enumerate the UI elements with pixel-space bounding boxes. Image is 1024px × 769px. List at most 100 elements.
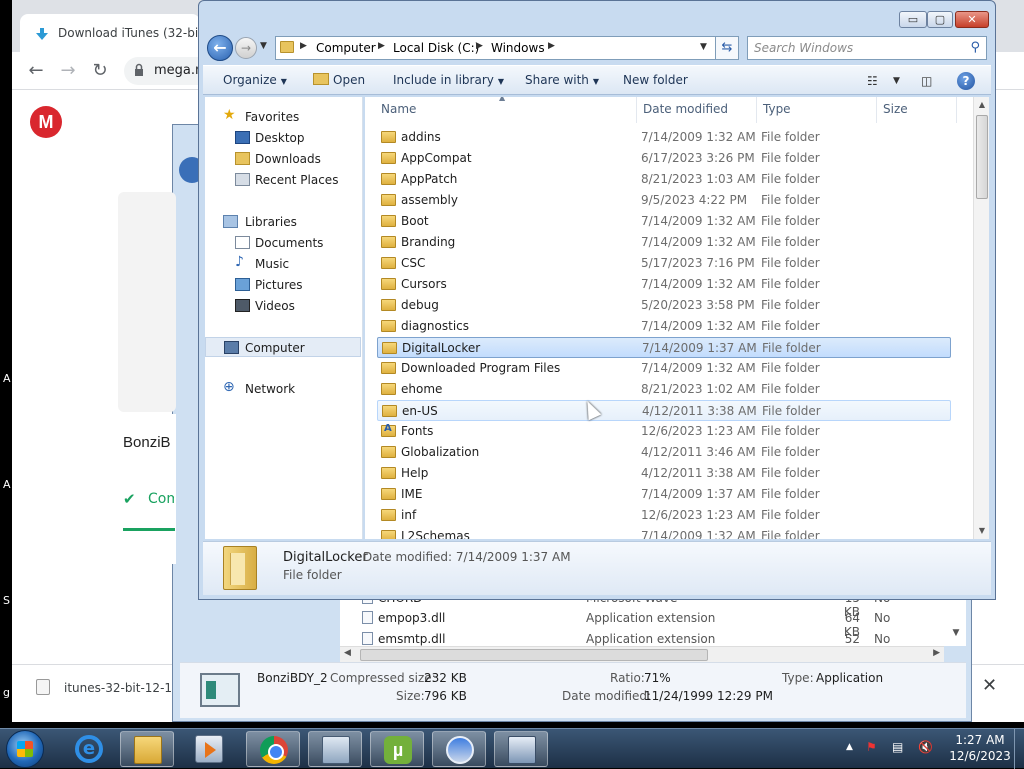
action-center-flag-icon[interactable]: ⚑: [866, 740, 877, 754]
close-button[interactable]: ✕: [955, 11, 989, 28]
taskbar-utorrent[interactable]: µ: [370, 731, 424, 767]
search-icon[interactable]: ⚲: [970, 40, 980, 55]
chevron-down-icon[interactable]: ▼: [700, 42, 707, 52]
taskbar-installer[interactable]: [494, 731, 548, 767]
refresh-button[interactable]: ⇆: [715, 36, 739, 60]
volume-muted-icon[interactable]: 🔇: [918, 740, 933, 754]
column-header-type[interactable]: Type: [757, 97, 877, 123]
forward-arrow-icon[interactable]: →: [56, 60, 80, 82]
preview-pane-icon[interactable]: ◫: [921, 74, 932, 88]
taskbar-security[interactable]: [432, 731, 486, 767]
sidebar-item-network[interactable]: ⊕ Network: [205, 379, 361, 399]
forward-arrow-icon[interactable]: →: [235, 37, 257, 59]
column-header-size[interactable]: Size: [877, 97, 957, 123]
sidebar-item-computer[interactable]: Computer: [205, 337, 361, 357]
table-row[interactable]: debug 5/20/2023 3:58 PM File folder: [377, 295, 951, 316]
taskbar-media-player[interactable]: [182, 731, 236, 767]
row-name: addins: [401, 130, 441, 144]
open-button[interactable]: Open: [313, 73, 365, 87]
share-with-button[interactable]: Share with ▼: [525, 73, 599, 87]
table-row[interactable]: AppCompat 6/17/2023 3:26 PM File folder: [377, 148, 951, 169]
table-row[interactable]: Globalization 4/12/2011 3:46 AM File folde…: [377, 442, 951, 463]
chevron-right-icon[interactable]: ▶: [548, 41, 555, 51]
table-row[interactable]: Boot 7/14/2009 1:32 AM File folder: [377, 211, 951, 232]
table-row[interactable]: en-US 4/12/2011 3:38 AM File folder: [377, 400, 951, 421]
taskbar-windows-explorer[interactable]: [120, 731, 174, 767]
table-row[interactable]: ehome 8/21/2023 1:02 AM File folder: [377, 379, 951, 400]
taskbar-internet-explorer[interactable]: e: [62, 731, 116, 767]
breadcrumb-local-disk[interactable]: Local Disk (C:): [393, 41, 479, 55]
column-header-date[interactable]: Date modified: [637, 97, 757, 123]
table-row[interactable]: addins 7/14/2009 1:32 AM File folder: [377, 127, 951, 148]
network-status-icon[interactable]: ▤: [892, 740, 903, 754]
scroll-right-arrow-icon[interactable]: ▶: [933, 648, 940, 658]
chevron-right-icon[interactable]: ▶: [378, 41, 385, 51]
sidebar-item-documents[interactable]: Documents: [205, 233, 361, 253]
row-type: File folder: [761, 466, 820, 480]
table-row[interactable]: empop3.dll Application extension 64 KB N…: [340, 608, 966, 639]
download-item-name[interactable]: itunes-32-bit-12-1.: [64, 681, 174, 695]
address-bar[interactable]: ▶ Computer ▶ Local Disk (C:) ▶ Windows ▶…: [275, 36, 721, 60]
table-row[interactable]: CSC 5/17/2023 7:16 PM File folder: [377, 253, 951, 274]
breadcrumb-windows[interactable]: Windows: [491, 41, 545, 55]
help-icon[interactable]: ?: [957, 72, 975, 90]
scroll-left-arrow-icon[interactable]: ◀: [344, 648, 351, 658]
table-row[interactable]: DigitalLocker 7/14/2009 1:37 AM File folde…: [377, 337, 951, 358]
back-arrow-icon[interactable]: ←: [24, 60, 48, 82]
sidebar-item-favorites[interactable]: ★ Favorites: [205, 107, 361, 127]
table-row[interactable]: L2Schemas 7/14/2009 1:32 AM File folder: [377, 526, 951, 539]
table-row[interactable]: IME 7/14/2009 1:37 AM File folder: [377, 484, 951, 505]
organize-button[interactable]: Organize ▼: [223, 73, 287, 87]
sidebar-item-videos[interactable]: Videos: [205, 296, 361, 316]
breadcrumb-computer[interactable]: Computer: [316, 41, 376, 55]
folder-icon: [381, 423, 396, 437]
sidebar-item-downloads[interactable]: Downloads: [205, 149, 361, 169]
recent-locations-dropdown-icon[interactable]: ▼: [260, 41, 267, 51]
table-row[interactable]: diagnostics 7/14/2009 1:32 AM File folder: [377, 316, 951, 337]
chevron-right-icon[interactable]: ▶: [476, 41, 483, 51]
maximize-button[interactable]: ▢: [927, 11, 953, 28]
sidebar-item-music[interactable]: ♪ Music: [205, 254, 361, 274]
include-in-library-button[interactable]: Include in library ▼: [393, 73, 504, 87]
mega-logo[interactable]: M: [30, 106, 62, 138]
folder-icon: [381, 215, 396, 227]
minimize-button[interactable]: ▭: [899, 11, 927, 28]
taskbar-chrome[interactable]: [246, 731, 300, 767]
table-row[interactable]: inf 12/6/2023 1:23 AM File folder: [377, 505, 951, 526]
table-row[interactable]: Downloaded Program Files 7/14/2009 1:32 A…: [377, 358, 951, 379]
row-name: L2Schemas: [401, 529, 470, 539]
horizontal-scrollbar[interactable]: ◀ ▶: [340, 646, 944, 662]
show-hidden-icons-icon[interactable]: ▲: [846, 742, 853, 752]
close-icon[interactable]: ✕: [982, 675, 997, 696]
table-row[interactable]: Help 4/12/2011 3:38 AM File folder: [377, 463, 951, 484]
clock[interactable]: 1:27 AM 12/6/2023: [948, 732, 1012, 764]
sidebar-item-pictures[interactable]: Pictures: [205, 275, 361, 295]
table-row[interactable]: assembly 9/5/2023 4:22 PM File folder: [377, 190, 951, 211]
view-options-icon[interactable]: ☷: [867, 74, 878, 88]
reload-icon[interactable]: ↻: [88, 60, 112, 82]
chevron-down-icon[interactable]: ▼: [893, 76, 900, 86]
table-row[interactable]: Fonts 12/6/2023 1:23 AM File folder: [377, 421, 951, 442]
vertical-scrollbar[interactable]: ▲ ▼: [973, 97, 989, 539]
table-row[interactable]: Branding 7/14/2009 1:32 AM File folder: [377, 232, 951, 253]
scrollbar-thumb[interactable]: [360, 649, 708, 661]
back-arrow-icon[interactable]: ←: [207, 35, 233, 61]
search-input[interactable]: Search Windows ⚲: [747, 36, 987, 60]
scroll-up-arrow-icon[interactable]: ▲: [974, 97, 990, 113]
column-header-name[interactable]: Name: [375, 97, 637, 123]
browser-tab[interactable]: Download iTunes (32-bit: [20, 14, 200, 52]
table-row[interactable]: AppPatch 8/21/2023 1:03 AM File folder: [377, 169, 951, 190]
sidebar-item-libraries[interactable]: Libraries: [205, 212, 361, 232]
scroll-down-arrow-icon[interactable]: ▼: [948, 628, 964, 646]
scrollbar-thumb[interactable]: [976, 115, 988, 199]
scroll-down-arrow-icon[interactable]: ▼: [974, 523, 990, 539]
taskbar-keyboard[interactable]: [308, 731, 362, 767]
chevron-right-icon[interactable]: ▶: [300, 41, 307, 51]
sidebar-item-desktop[interactable]: Desktop: [205, 128, 361, 148]
show-desktop-button[interactable]: [1014, 729, 1024, 769]
new-folder-button[interactable]: New folder: [623, 73, 688, 87]
start-button[interactable]: [6, 730, 44, 768]
row-date: 7/14/2009 1:37 AM: [641, 487, 756, 501]
table-row[interactable]: Cursors 7/14/2009 1:32 AM File folder: [377, 274, 951, 295]
sidebar-item-recent-places[interactable]: Recent Places: [205, 170, 361, 190]
